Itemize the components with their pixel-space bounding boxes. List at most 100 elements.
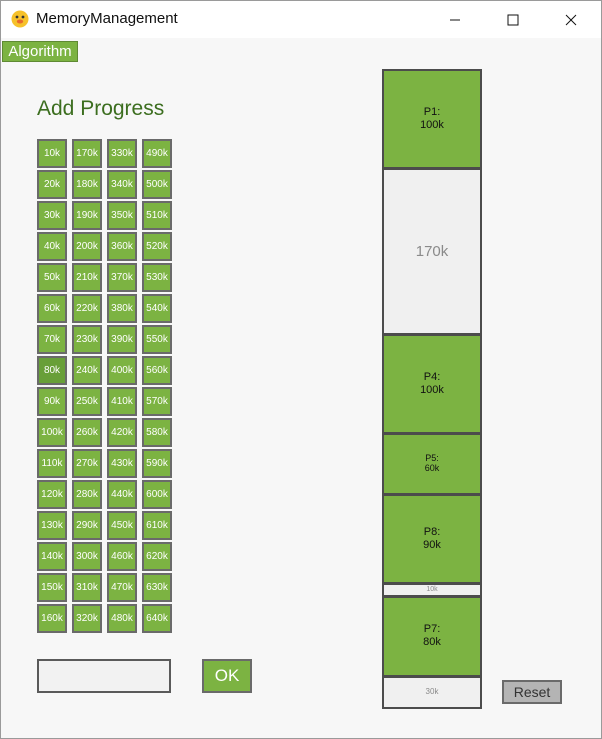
size-button-620k[interactable]: 620k xyxy=(142,542,172,571)
size-button-570k[interactable]: 570k xyxy=(142,387,172,416)
size-button-120k[interactable]: 120k xyxy=(37,480,67,509)
add-progress-heading: Add Progress xyxy=(37,97,165,120)
size-button-190k[interactable]: 190k xyxy=(72,201,102,230)
process-block: P7: 80k xyxy=(384,598,480,675)
close-icon xyxy=(565,14,577,25)
title-bar[interactable]: MemoryManagement xyxy=(1,1,601,38)
size-button-180k[interactable]: 180k xyxy=(72,170,102,199)
size-button-300k[interactable]: 300k xyxy=(72,542,102,571)
duck-face-icon xyxy=(11,10,29,28)
size-button-220k[interactable]: 220k xyxy=(72,294,102,323)
algorithm-menu-button[interactable]: Algorithm xyxy=(2,41,78,62)
size-button-490k[interactable]: 490k xyxy=(142,139,172,168)
size-button-40k[interactable]: 40k xyxy=(37,232,67,261)
ok-button[interactable]: OK xyxy=(202,659,252,693)
block-size-label: 90k xyxy=(423,538,441,551)
size-button-460k[interactable]: 460k xyxy=(107,542,137,571)
process-block: P5: 60k xyxy=(384,435,480,493)
size-button-270k[interactable]: 270k xyxy=(72,449,102,478)
size-button-600k[interactable]: 600k xyxy=(142,480,172,509)
size-button-560k[interactable]: 560k xyxy=(142,356,172,385)
size-button-320k[interactable]: 320k xyxy=(72,604,102,633)
size-button-280k[interactable]: 280k xyxy=(72,480,102,509)
size-button-520k[interactable]: 520k xyxy=(142,232,172,261)
size-button-170k[interactable]: 170k xyxy=(72,139,102,168)
size-button-360k[interactable]: 360k xyxy=(107,232,137,261)
size-button-210k[interactable]: 210k xyxy=(72,263,102,292)
size-button-610k[interactable]: 610k xyxy=(142,511,172,540)
size-button-330k[interactable]: 330k xyxy=(107,139,137,168)
block-size-label: 170k xyxy=(415,242,449,260)
size-button-80k[interactable]: 80k xyxy=(37,356,67,385)
size-button-90k[interactable]: 90k xyxy=(37,387,67,416)
size-button-100k[interactable]: 100k xyxy=(37,418,67,447)
size-button-380k[interactable]: 380k xyxy=(107,294,137,323)
minimize-icon xyxy=(450,19,460,20)
free-block: 170k xyxy=(384,170,480,333)
size-button-230k[interactable]: 230k xyxy=(72,325,102,354)
size-button-150k[interactable]: 150k xyxy=(37,573,67,602)
block-size-label: 100k xyxy=(420,118,444,131)
maximize-icon xyxy=(507,14,519,25)
size-button-590k[interactable]: 590k xyxy=(142,449,172,478)
process-block: P4: 100k xyxy=(384,336,480,432)
size-button-140k[interactable]: 140k xyxy=(37,542,67,571)
size-button-480k[interactable]: 480k xyxy=(107,604,137,633)
size-button-470k[interactable]: 470k xyxy=(107,573,137,602)
size-button-110k[interactable]: 110k xyxy=(37,449,67,478)
size-button-60k[interactable]: 60k xyxy=(37,294,67,323)
size-button-440k[interactable]: 440k xyxy=(107,480,137,509)
process-name: P7: xyxy=(423,623,441,636)
size-button-390k[interactable]: 390k xyxy=(107,325,137,354)
block-size-label: 100k xyxy=(420,383,444,396)
size-button-250k[interactable]: 250k xyxy=(72,387,102,416)
size-button-340k[interactable]: 340k xyxy=(107,170,137,199)
block-size-label: 10k xyxy=(426,586,438,594)
size-button-530k[interactable]: 530k xyxy=(142,263,172,292)
size-button-550k[interactable]: 550k xyxy=(142,325,172,354)
size-button-130k[interactable]: 130k xyxy=(37,511,67,540)
size-button-10k[interactable]: 10k xyxy=(37,139,67,168)
process-name: P8: xyxy=(423,525,441,538)
size-input[interactable] xyxy=(37,659,171,693)
size-button-310k[interactable]: 310k xyxy=(72,573,102,602)
maximize-button[interactable] xyxy=(489,1,537,38)
size-button-260k[interactable]: 260k xyxy=(72,418,102,447)
process-block: P8: 90k xyxy=(384,496,480,582)
size-button-410k[interactable]: 410k xyxy=(107,387,137,416)
memory-map: P1: 100k 170k P4: 100k P5: 60k P8: 90k 10k P7: 80k 3… xyxy=(382,69,482,709)
size-button-510k[interactable]: 510k xyxy=(142,201,172,230)
free-block: 30k xyxy=(384,678,480,707)
size-button-540k[interactable]: 540k xyxy=(142,294,172,323)
close-button[interactable] xyxy=(547,1,595,38)
size-button-20k[interactable]: 20k xyxy=(37,170,67,199)
size-button-30k[interactable]: 30k xyxy=(37,201,67,230)
free-block: 10k xyxy=(384,585,480,595)
size-button-70k[interactable]: 70k xyxy=(37,325,67,354)
window-title: MemoryManagement xyxy=(36,10,178,27)
size-button-290k[interactable]: 290k xyxy=(72,511,102,540)
app-window: MemoryManagement Algorithm Add Progress … xyxy=(0,0,602,739)
size-button-200k[interactable]: 200k xyxy=(72,232,102,261)
reset-button[interactable]: Reset xyxy=(502,680,562,704)
block-size-label: 80k xyxy=(423,636,441,649)
size-button-500k[interactable]: 500k xyxy=(142,170,172,199)
size-button-370k[interactable]: 370k xyxy=(107,263,137,292)
size-button-640k[interactable]: 640k xyxy=(142,604,172,633)
size-button-430k[interactable]: 430k xyxy=(107,449,137,478)
block-size-label: 60k xyxy=(424,463,440,474)
size-button-240k[interactable]: 240k xyxy=(72,356,102,385)
process-name: P1: xyxy=(423,105,441,118)
size-button-420k[interactable]: 420k xyxy=(107,418,137,447)
size-button-400k[interactable]: 400k xyxy=(107,356,137,385)
size-button-50k[interactable]: 50k xyxy=(37,263,67,292)
size-button-350k[interactable]: 350k xyxy=(107,201,137,230)
process-block: P1: 100k xyxy=(384,71,480,167)
size-button-160k[interactable]: 160k xyxy=(37,604,67,633)
size-button-450k[interactable]: 450k xyxy=(107,511,137,540)
process-name: P4: xyxy=(423,370,441,383)
minimize-button[interactable] xyxy=(431,1,479,38)
size-button-580k[interactable]: 580k xyxy=(142,418,172,447)
size-button-630k[interactable]: 630k xyxy=(142,573,172,602)
block-size-label: 30k xyxy=(425,687,439,697)
